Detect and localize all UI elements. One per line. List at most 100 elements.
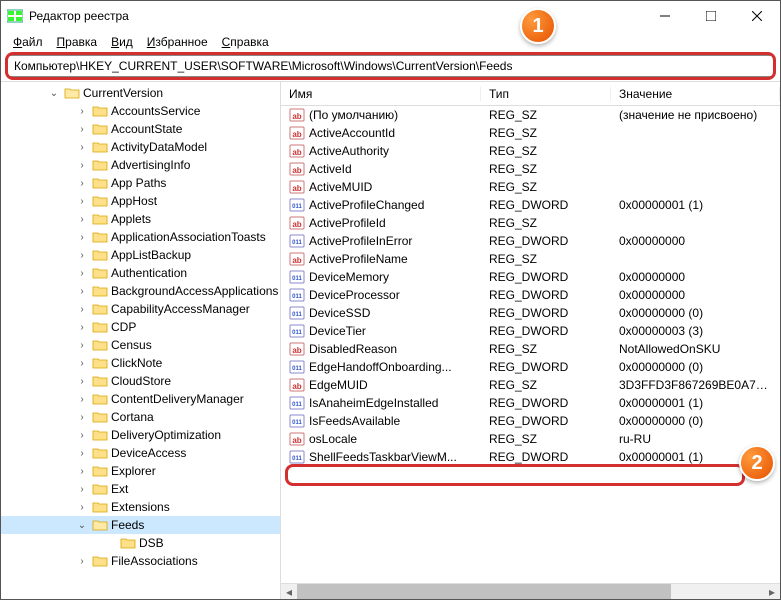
tree-item-label: Census [111, 338, 152, 352]
list-row[interactable]: 011EdgeHandoffOnboarding...REG_DWORD0x00… [281, 358, 780, 376]
tree-item[interactable]: ›CloudStore [1, 372, 280, 390]
value-type: REG_DWORD [481, 234, 611, 248]
menu-edit[interactable]: Правка [51, 33, 104, 51]
tree-item[interactable]: DSB [1, 534, 280, 552]
tree-item[interactable]: ›AccountState [1, 120, 280, 138]
tree-item[interactable]: ›Applets [1, 210, 280, 228]
list-row[interactable]: ab(По умолчанию)REG_SZ(значение не присв… [281, 106, 780, 124]
tree-item[interactable]: ›CapabilityAccessManager [1, 300, 280, 318]
tree-item[interactable]: ›Authentication [1, 264, 280, 282]
registry-editor-window: Редактор реестра Файл Правка Вид Избранн… [0, 0, 781, 600]
svg-text:ab: ab [292, 148, 301, 157]
svg-text:011: 011 [292, 294, 302, 300]
tree-item[interactable]: ›AdvertisingInfo [1, 156, 280, 174]
tree-item[interactable]: ⌄Feeds [1, 516, 280, 534]
list-row[interactable]: 011ActiveProfileChangedREG_DWORD0x000000… [281, 196, 780, 214]
tree-item[interactable]: ›ApplicationAssociationToasts [1, 228, 280, 246]
list-row[interactable]: 011ActiveProfileInErrorREG_DWORD0x000000… [281, 232, 780, 250]
list-row[interactable]: abActiveProfileIdREG_SZ [281, 214, 780, 232]
list-row[interactable]: 011DeviceProcessorREG_DWORD0x00000000 [281, 286, 780, 304]
value-type: REG_SZ [481, 432, 611, 446]
svg-text:ab: ab [292, 436, 301, 445]
column-header-value[interactable]: Значение [611, 87, 780, 101]
tree-item[interactable]: ›Explorer [1, 462, 280, 480]
svg-text:011: 011 [292, 420, 302, 426]
svg-text:011: 011 [292, 276, 302, 282]
value-type: REG_SZ [481, 180, 611, 194]
value-type: REG_SZ [481, 252, 611, 266]
value-name: IsAnaheimEdgeInstalled [309, 396, 438, 410]
list-row[interactable]: abActiveProfileNameREG_SZ [281, 250, 780, 268]
tree-item[interactable]: ›FileAssociations [1, 552, 280, 570]
scroll-left-arrow[interactable]: ◂ [281, 584, 297, 599]
list-row[interactable]: abActiveAccountIdREG_SZ [281, 124, 780, 142]
horizontal-scrollbar[interactable]: ◂ ▸ [281, 583, 780, 599]
tree-item[interactable]: ›AccountsService [1, 102, 280, 120]
close-button[interactable] [734, 1, 780, 31]
tree-item[interactable]: ›BackgroundAccessApplications [1, 282, 280, 300]
scroll-thumb[interactable] [297, 584, 671, 599]
value-name: ActiveProfileInError [309, 234, 412, 248]
tree-item-label: ApplicationAssociationToasts [111, 230, 266, 244]
value-data: 0x00000000 [611, 288, 780, 302]
list-row[interactable]: abDisabledReasonREG_SZNotAllowedOnSKU [281, 340, 780, 358]
list-row[interactable]: 011ShellFeedsTaskbarViewM...REG_DWORD0x0… [281, 448, 780, 466]
maximize-button[interactable] [688, 1, 734, 31]
tree-item-label: Extensions [111, 500, 170, 514]
value-type: REG_SZ [481, 144, 611, 158]
column-header-name[interactable]: Имя [281, 87, 481, 101]
tree-item[interactable]: ›DeviceAccess [1, 444, 280, 462]
column-header-type[interactable]: Тип [481, 87, 611, 101]
menu-file[interactable]: Файл [7, 33, 49, 51]
list-row[interactable]: 011DeviceTierREG_DWORD0x00000003 (3) [281, 322, 780, 340]
value-name: ActiveProfileId [309, 216, 386, 230]
tree-item[interactable]: ›CDP [1, 318, 280, 336]
tree-item[interactable]: ⌄CurrentVersion [1, 84, 280, 102]
value-type: REG_DWORD [481, 270, 611, 284]
tree-item[interactable]: ›DeliveryOptimization [1, 426, 280, 444]
list-row[interactable]: abActiveIdREG_SZ [281, 160, 780, 178]
menu-view[interactable]: Вид [105, 33, 139, 51]
tree-item[interactable]: ›Cortana [1, 408, 280, 426]
list-row[interactable]: abActiveMUIDREG_SZ [281, 178, 780, 196]
tree-item[interactable]: ›App Paths [1, 174, 280, 192]
address-bar[interactable] [7, 55, 774, 77]
tree-item[interactable]: ›ContentDeliveryManager [1, 390, 280, 408]
value-type: REG_SZ [481, 378, 611, 392]
tree-item[interactable]: ›ClickNote [1, 354, 280, 372]
tree-item-label: FileAssociations [111, 554, 198, 568]
list-row[interactable]: abActiveAuthorityREG_SZ [281, 142, 780, 160]
tree-item-label: CloudStore [111, 374, 171, 388]
tree-item-label: BackgroundAccessApplications [111, 284, 278, 298]
registry-tree[interactable]: ⌄CurrentVersion›AccountsService›AccountS… [1, 82, 281, 599]
tree-item[interactable]: ›Extensions [1, 498, 280, 516]
list-body[interactable]: ab(По умолчанию)REG_SZ(значение не присв… [281, 106, 780, 583]
list-row[interactable]: 011IsAnaheimEdgeInstalledREG_DWORD0x0000… [281, 394, 780, 412]
svg-text:ab: ab [292, 346, 301, 355]
value-data: 0x00000000 (0) [611, 360, 780, 374]
list-row[interactable]: 011DeviceMemoryREG_DWORD0x00000000 [281, 268, 780, 286]
list-row[interactable]: abEdgeMUIDREG_SZ3D3FFD3F867269BE0A7AE917… [281, 376, 780, 394]
svg-text:011: 011 [292, 204, 302, 210]
menu-favorites[interactable]: Избранное [141, 33, 214, 51]
value-name: DisabledReason [309, 342, 397, 356]
svg-text:011: 011 [292, 402, 302, 408]
list-row[interactable]: 011DeviceSSDREG_DWORD0x00000000 (0) [281, 304, 780, 322]
tree-item[interactable]: ›AppHost [1, 192, 280, 210]
minimize-button[interactable] [642, 1, 688, 31]
tree-item[interactable]: ›ActivityDataModel [1, 138, 280, 156]
tree-item-label: Applets [111, 212, 151, 226]
list-row[interactable]: abosLocaleREG_SZru-RU [281, 430, 780, 448]
tree-item[interactable]: ›Census [1, 336, 280, 354]
value-type: REG_DWORD [481, 306, 611, 320]
tree-item-label: CapabilityAccessManager [111, 302, 250, 316]
tree-item[interactable]: ›Ext [1, 480, 280, 498]
svg-text:ab: ab [292, 166, 301, 175]
tree-item[interactable]: ›AppListBackup [1, 246, 280, 264]
value-name: DeviceTier [309, 324, 366, 338]
scroll-track[interactable] [297, 584, 764, 599]
list-row[interactable]: 011IsFeedsAvailableREG_DWORD0x00000000 (… [281, 412, 780, 430]
menu-help[interactable]: Справка [216, 33, 275, 51]
scroll-right-arrow[interactable]: ▸ [764, 584, 780, 599]
tree-item-label: Ext [111, 482, 128, 496]
